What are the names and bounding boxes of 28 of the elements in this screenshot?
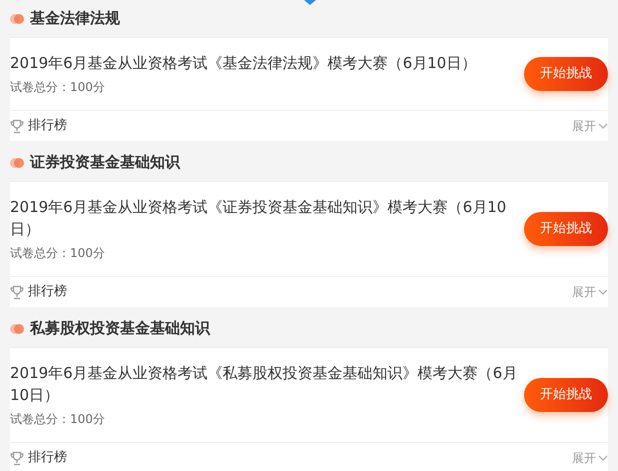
exam-title: 2019年6月基金从业资格考试《私募股权投资基金基础知识》模考大赛（6月10日） [10, 363, 518, 406]
exam-score: 试卷总分：100分 [10, 245, 106, 262]
section-title: 基金法律法规 [30, 8, 120, 30]
ranking-link[interactable]: 排行榜 [28, 448, 67, 468]
expand-link[interactable]: 展开 [572, 117, 596, 135]
expand-link[interactable]: 展开 [572, 449, 596, 467]
dots-icon [10, 158, 24, 168]
trophy-icon [10, 118, 24, 134]
pointer-icon [304, 0, 316, 5]
section-title: 证券投资基金基础知识 [30, 152, 180, 174]
trophy-icon [10, 284, 24, 300]
start-challenge-button[interactable]: 开始挑战 [524, 57, 608, 91]
chevron-down-icon [598, 289, 608, 295]
start-challenge-button[interactable]: 开始挑战 [524, 378, 608, 412]
ranking-link[interactable]: 排行榜 [28, 282, 67, 302]
chevron-down-icon [598, 123, 608, 129]
exam-title: 2019年6月基金从业资格考试《证券投资基金基础知识》模考大赛（6月10日） [10, 197, 508, 240]
exam-title: 2019年6月基金从业资格考试《基金法律法规》模考大赛（6月10日） [10, 53, 478, 74]
start-challenge-button[interactable]: 开始挑战 [524, 212, 608, 246]
dots-icon [10, 14, 24, 24]
exam-score: 试卷总分：100分 [10, 411, 106, 428]
ranking-link[interactable]: 排行榜 [28, 116, 67, 136]
section-title: 私募股权投资基金基础知识 [30, 318, 210, 340]
trophy-icon [10, 450, 24, 466]
expand-link[interactable]: 展开 [572, 283, 596, 301]
dots-icon [10, 324, 24, 334]
exam-score: 试卷总分：100分 [10, 79, 106, 96]
chevron-down-icon [598, 455, 608, 461]
